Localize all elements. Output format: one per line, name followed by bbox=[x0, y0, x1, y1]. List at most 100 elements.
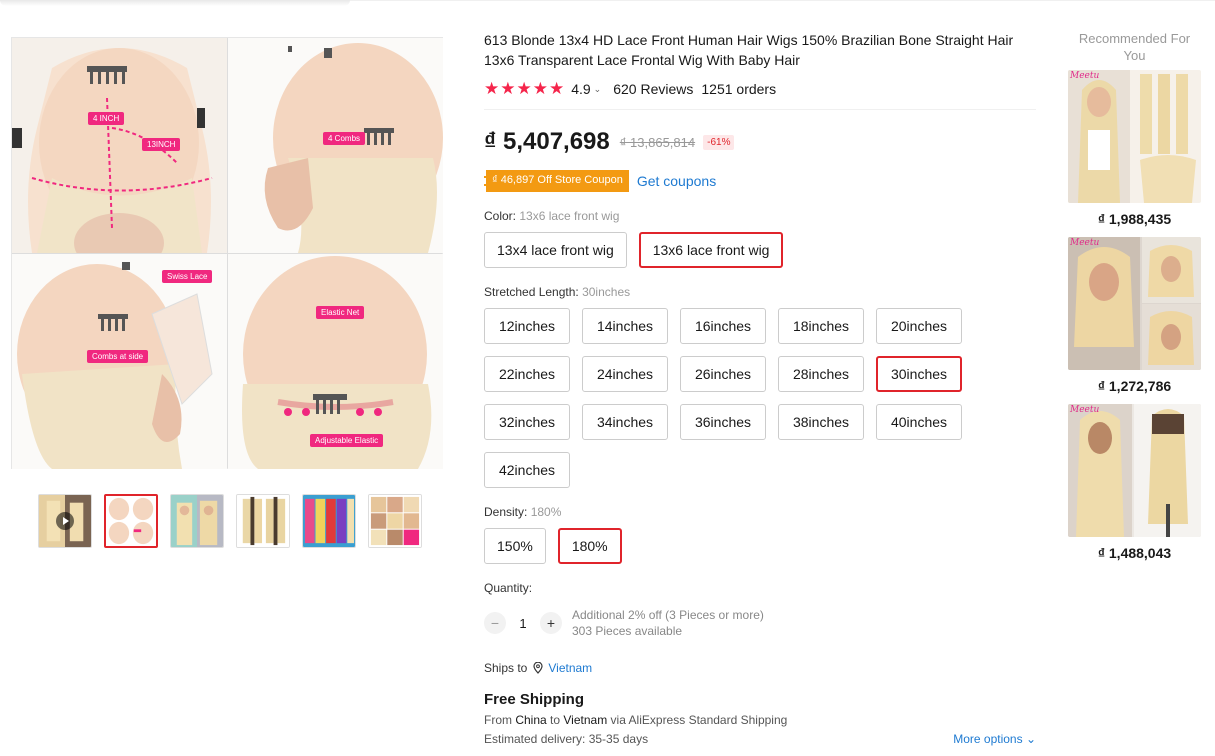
wig-cap-left-view: Swiss Lace Combs at side bbox=[12, 254, 227, 469]
density-option-150[interactable]: 150% bbox=[484, 528, 546, 564]
more-options-link[interactable]: More options ⌄ bbox=[953, 732, 1036, 746]
discount-badge: -61% bbox=[703, 134, 735, 150]
thumbnail-strip bbox=[38, 494, 422, 548]
color-options: 13x4 lace front wig 13x6 lace front wig bbox=[484, 232, 984, 268]
length-option-18[interactable]: 18inches bbox=[778, 308, 864, 344]
divider bbox=[484, 109, 1036, 110]
price-row: ₫ 5,407,698 ₫ 13,865,814 -61% bbox=[484, 128, 1036, 156]
recommended-image[interactable]: Meetu bbox=[1068, 404, 1201, 537]
recommended-item[interactable]: Meetu ₫ 1,488,043 bbox=[1068, 404, 1201, 561]
estimated-delivery-row: Estimated delivery: 35-35 days More opti… bbox=[484, 732, 1036, 746]
brand-watermark: Meetu bbox=[1070, 405, 1100, 415]
play-icon bbox=[56, 512, 74, 530]
length-option-38[interactable]: 38inches bbox=[778, 404, 864, 440]
ships-to-row: Ships to Vietnam bbox=[484, 661, 1036, 675]
header-shadow bbox=[0, 0, 350, 6]
thumbnail-cap-views[interactable] bbox=[104, 494, 158, 548]
rating-value[interactable]: 4.9 bbox=[571, 81, 590, 97]
tag-four-inch: 4 INCH bbox=[88, 112, 125, 125]
route-from-prefix: From bbox=[484, 713, 516, 727]
length-option-16[interactable]: 16inches bbox=[680, 308, 766, 344]
estimated-delivery: Estimated delivery: 35-35 days bbox=[484, 732, 649, 746]
bulk-discount-note: Additional 2% off (3 Pieces or more) bbox=[572, 608, 764, 622]
store-coupon-badge[interactable]: ₫ 46,897 Off Store Coupon bbox=[484, 170, 629, 192]
length-option-36[interactable]: 36inches bbox=[680, 404, 766, 440]
color-option-13x4[interactable]: 13x4 lace front wig bbox=[484, 232, 627, 268]
rating-row: ★★★★★ 4.9 ⌄ 620 Reviews 1251 orders bbox=[484, 79, 1036, 99]
quantity-label: Quantity: bbox=[484, 581, 533, 595]
route-carrier: via AliExpress Standard Shipping bbox=[607, 713, 788, 727]
recommended-image[interactable]: Meetu bbox=[1068, 237, 1201, 370]
quantity-stepper: − 1 + Additional 2% off (3 Pieces or mor… bbox=[484, 607, 1036, 639]
length-selected-value: 30inches bbox=[582, 285, 631, 299]
density-option-180[interactable]: 180% bbox=[557, 528, 622, 564]
brand-watermark: Meetu bbox=[1070, 238, 1100, 248]
color-label: Color: 13x6 lace front wig bbox=[484, 209, 1036, 223]
image-divider-horizontal bbox=[12, 253, 442, 254]
route-origin: China bbox=[515, 713, 547, 727]
quantity-note: Additional 2% off (3 Pieces or more) 303… bbox=[572, 607, 764, 639]
recommended-panel: Recommended For You Meetu ₫ 1,988,435 Me… bbox=[1068, 30, 1201, 571]
quantity-minus-button[interactable]: − bbox=[484, 612, 506, 634]
tag-combs-at-side: Combs at side bbox=[87, 350, 149, 363]
length-option-20[interactable]: 20inches bbox=[876, 308, 962, 344]
color-option-13x6[interactable]: 13x6 lace front wig bbox=[638, 232, 784, 268]
tag-four-combs: 4 Combs bbox=[323, 132, 366, 145]
chevron-down-icon[interactable]: ⌄ bbox=[594, 84, 602, 95]
length-label: Stretched Length: 30inches bbox=[484, 285, 1036, 299]
recommended-item[interactable]: Meetu ₫ 1,988,435 bbox=[1068, 70, 1201, 227]
shipping-route: From China to Vietnam via AliExpress Sta… bbox=[484, 713, 1036, 727]
recommended-image[interactable]: Meetu bbox=[1068, 70, 1201, 203]
free-shipping-title: Free Shipping bbox=[484, 691, 585, 708]
tag-swiss-lace: Swiss Lace bbox=[162, 270, 213, 283]
quantity-plus-button[interactable]: + bbox=[540, 612, 562, 634]
thumbnail-model-front[interactable] bbox=[170, 494, 224, 548]
recommended-title: Recommended For You bbox=[1078, 31, 1191, 63]
current-price: ₫ 5,407,698 bbox=[484, 128, 610, 155]
length-option-26[interactable]: 26inches bbox=[680, 356, 766, 392]
density-selected-value: 180% bbox=[530, 505, 562, 519]
route-to-prefix: to bbox=[546, 713, 564, 727]
wig-cap-back-view: Elastic Net Adjustable Elastic bbox=[228, 254, 443, 469]
length-option-34[interactable]: 34inches bbox=[582, 404, 668, 440]
length-option-24[interactable]: 24inches bbox=[582, 356, 668, 392]
main-product-image[interactable]: 4 INCH 13INCH 4 Combs Swiss Lace Combs a… bbox=[11, 37, 443, 469]
wig-cap-front-view: 4 INCH 13INCH bbox=[12, 38, 227, 253]
thumbnail-colorful-wigs[interactable] bbox=[302, 494, 356, 548]
location-pin-icon bbox=[533, 662, 543, 674]
length-option-28[interactable]: 28inches bbox=[778, 356, 864, 392]
recommended-price: ₫ 1,988,435 bbox=[1097, 211, 1172, 227]
wig-cap-side-view: 4 Combs bbox=[228, 38, 443, 253]
recommended-price: ₫ 1,488,043 bbox=[1097, 545, 1172, 561]
length-option-32[interactable]: 32inches bbox=[484, 404, 570, 440]
stock-available: 303 Pieces available bbox=[572, 624, 683, 638]
original-price: ₫ 13,865,814 bbox=[619, 134, 696, 150]
density-label-text: Density: bbox=[484, 505, 531, 519]
recommended-item[interactable]: Meetu ₫ 1,272,786 bbox=[1068, 237, 1201, 394]
length-option-22[interactable]: 22inches bbox=[484, 356, 570, 392]
ship-country-link[interactable]: Vietnam bbox=[548, 661, 592, 675]
length-option-42[interactable]: 42inches bbox=[484, 452, 570, 488]
length-option-40[interactable]: 40inches bbox=[876, 404, 962, 440]
header-divider bbox=[350, 0, 1215, 1]
get-coupons-link[interactable]: Get coupons bbox=[637, 173, 716, 189]
thumbnail-details[interactable] bbox=[368, 494, 422, 548]
product-title: 613 Blonde 13x4 HD Lace Front Human Hair… bbox=[484, 32, 1014, 68]
rating-stars: ★★★★★ bbox=[484, 79, 566, 98]
quantity-value[interactable]: 1 bbox=[506, 616, 540, 631]
length-option-14[interactable]: 14inches bbox=[582, 308, 668, 344]
length-option-30[interactable]: 30inches bbox=[876, 356, 962, 392]
reviews-link[interactable]: 620 Reviews bbox=[613, 81, 693, 97]
thumbnail-hair-bundles[interactable] bbox=[236, 494, 290, 548]
density-label: Density: 180% bbox=[484, 505, 1036, 519]
route-destination: Vietnam bbox=[563, 713, 608, 727]
recommended-price: ₫ 1,272,786 bbox=[1097, 378, 1172, 394]
length-option-12[interactable]: 12inches bbox=[484, 308, 570, 344]
brand-watermark: Meetu bbox=[1070, 71, 1100, 81]
thumbnail-video[interactable] bbox=[38, 494, 92, 548]
ships-to-label: Ships to bbox=[484, 661, 528, 675]
length-options: 12inches 14inches 16inches 18inches 20in… bbox=[484, 308, 984, 488]
tag-thirteen-inch: 13INCH bbox=[142, 138, 181, 151]
tag-elastic-net: Elastic Net bbox=[316, 306, 365, 319]
color-selected-value: 13x6 lace front wig bbox=[519, 209, 620, 223]
